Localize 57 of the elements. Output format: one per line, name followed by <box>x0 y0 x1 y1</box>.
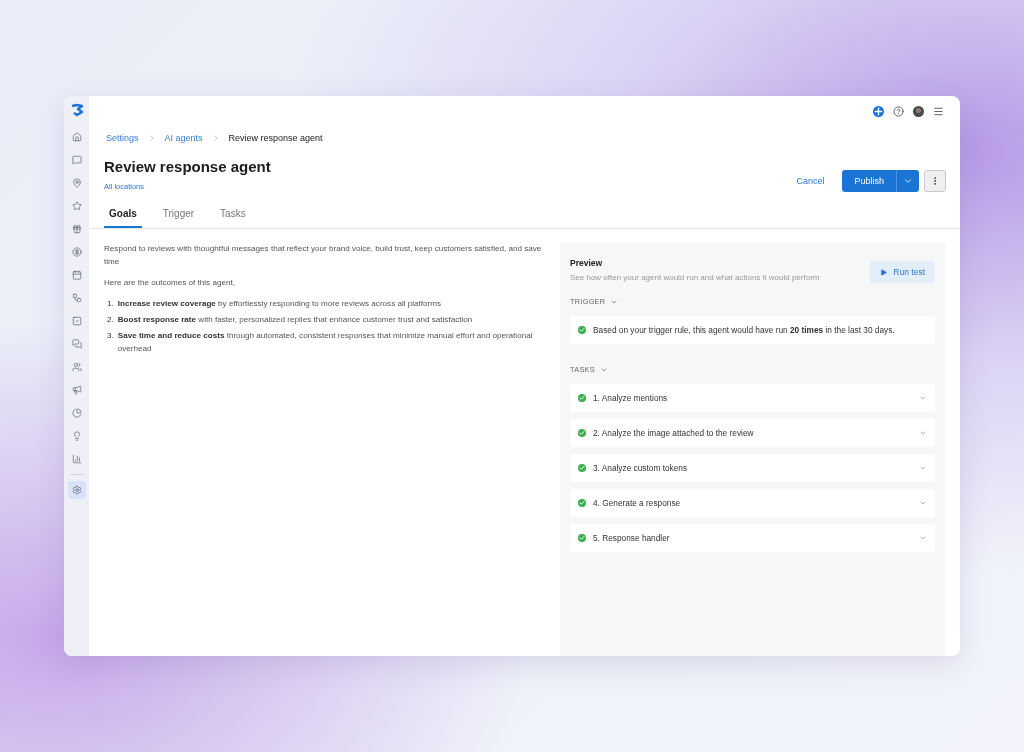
megaphone-icon <box>71 385 82 395</box>
chevron-icon <box>919 429 927 437</box>
chevron-icon <box>919 499 927 507</box>
breadcrumb-link[interactable]: AI agents <box>164 133 203 143</box>
bar-chart-icon <box>71 454 82 464</box>
list-number: 3. <box>107 329 114 342</box>
check-icon <box>578 326 586 334</box>
page-title: Review response agent <box>104 158 271 175</box>
map-pin-icon <box>71 178 82 188</box>
cancel-button[interactable]: Cancel <box>790 175 831 187</box>
caret-icon <box>903 176 913 186</box>
play-icon <box>880 268 888 276</box>
outcome-text: Boost response rate with faster, personalized replies that enhance customer trust and satisfaction <box>117 313 473 326</box>
lightbulb-icon <box>71 431 82 441</box>
dollar-icon <box>71 247 82 257</box>
add-icon[interactable] <box>873 105 884 117</box>
tab[interactable]: Trigger <box>157 208 200 228</box>
nodes-icon <box>71 293 82 303</box>
task-row[interactable]: 3. Analyze custom tokens <box>570 454 935 482</box>
help-icon[interactable] <box>893 105 904 117</box>
breadcrumb-link[interactable]: Settings <box>106 133 139 143</box>
outcome-text: Save time and reduce costs through automated, consistent responses that minimize manual effort and operational overhead <box>117 329 534 355</box>
list-number: 2. <box>107 313 114 326</box>
message-icon <box>71 155 82 165</box>
avatar[interactable] <box>913 105 924 117</box>
gift-icon <box>71 224 82 234</box>
star-icon <box>71 201 82 211</box>
outcomes-lead: Here are the outcomes of this agent, <box>104 276 236 289</box>
task-row[interactable]: 2. Analyze the image attached to the review <box>570 419 935 447</box>
task-row[interactable]: 1. Analyze mentions <box>570 384 935 412</box>
more-button[interactable] <box>924 170 946 192</box>
chevron-icon <box>919 534 927 542</box>
menu-icon[interactable] <box>933 105 944 117</box>
chevron-icon <box>919 394 927 402</box>
publish-button[interactable]: Publish <box>842 170 897 192</box>
run-test-button[interactable]: Run test <box>870 261 935 283</box>
people-icon <box>71 362 82 372</box>
tab[interactable]: Tasks <box>215 208 251 228</box>
outcome-text: Increase review coverage by effortlessly responding to more reviews across all platforms <box>117 297 442 310</box>
calendar-icon <box>71 270 82 280</box>
sidebar-item[interactable] <box>67 481 86 499</box>
preview-subtitle: See how often your agent would run and what actions it would perform <box>570 273 820 282</box>
settings-icon <box>71 485 82 495</box>
tab[interactable]: Goals <box>104 208 142 228</box>
intro-text: Respond to reviews with thoughtful messages that reflect your brand voice, build trust, keep customers satisfied, and save time <box>104 243 543 268</box>
breadcrumb-link[interactable]: Review response agent <box>228 133 323 143</box>
task-row[interactable]: 4. Generate a response <box>570 489 935 517</box>
pie-chart-icon <box>71 408 82 418</box>
chevron-icon <box>919 464 927 472</box>
trigger-message: Based on your trigger rule, this agent would have run 20 times in the last 30 days. <box>593 325 895 335</box>
preview-title: Preview <box>570 258 604 268</box>
chat-icon <box>71 339 82 349</box>
logo-icon[interactable] <box>69 103 84 117</box>
task-row[interactable]: 5. Response handler <box>570 524 935 552</box>
list-number: 1. <box>107 297 114 310</box>
home-icon <box>71 132 82 142</box>
checkbox-icon <box>71 316 82 326</box>
